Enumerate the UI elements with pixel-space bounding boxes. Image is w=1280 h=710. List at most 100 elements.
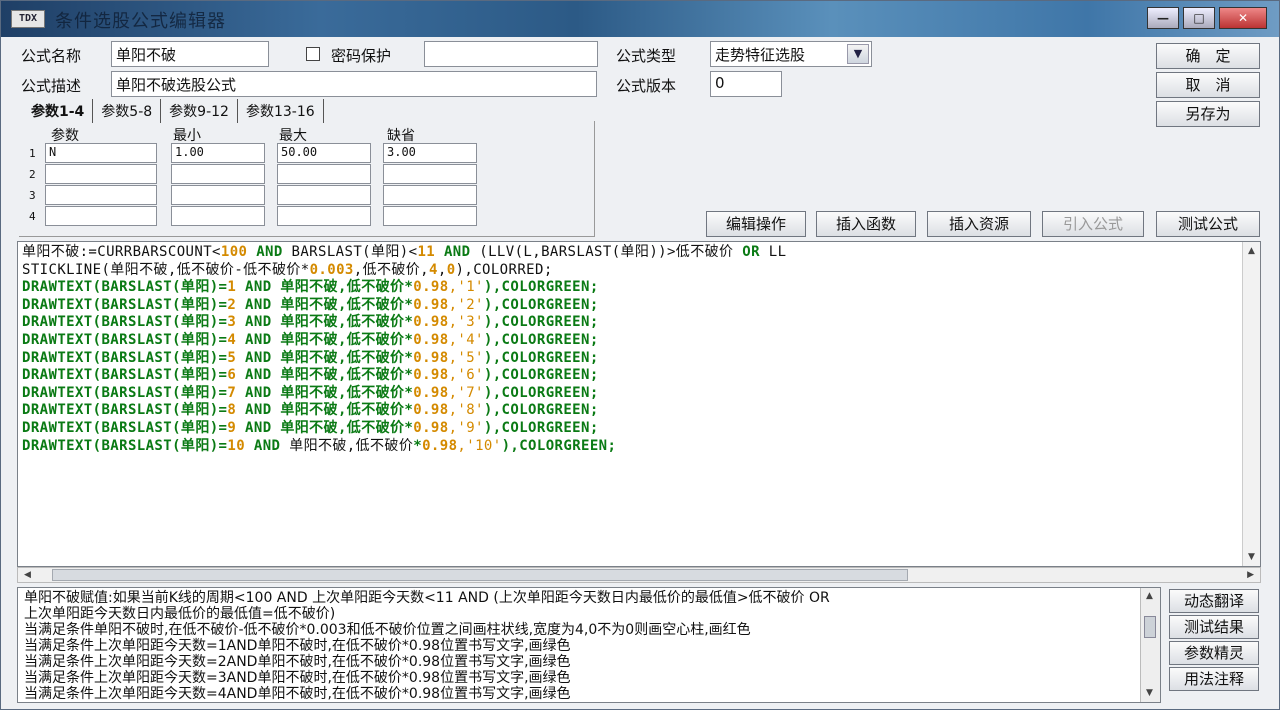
title-bar[interactable]: TDX 条件选股公式编辑器 — □ ✕: [1, 1, 1279, 37]
code-token: DRAWTEXT(BARSLAST(单阳)=: [22, 314, 228, 331]
tab-params-9-12[interactable]: 参数9-12: [161, 99, 238, 123]
code-line[interactable]: DRAWTEXT(BARSLAST(单阳)=1 AND 单阳不破,低不破价*0.…: [22, 279, 786, 297]
param-default-cell[interactable]: [383, 206, 477, 226]
test-formula-button[interactable]: 测试公式: [1156, 211, 1260, 237]
code-token: 8: [227, 402, 237, 419]
password-label: 密码保护: [331, 47, 392, 65]
param-header-min: 最小: [173, 128, 201, 144]
param-name-cell[interactable]: N: [45, 143, 157, 163]
param-default-cell[interactable]: [383, 164, 477, 184]
code-token: ,'8': [448, 402, 484, 419]
code-token: AND 单阳不破,低不破价*: [236, 402, 414, 419]
code-token: AND 单阳不破,低不破价*: [236, 419, 414, 436]
param-name-cell[interactable]: [45, 164, 157, 184]
insert-resource-button[interactable]: 插入资源: [927, 211, 1031, 237]
code-token: AND 单阳不破,低不破价*: [236, 331, 414, 348]
tab-params-13-16[interactable]: 参数13-16: [238, 99, 324, 123]
formula-desc-input[interactable]: 单阳不破选股公式: [111, 71, 597, 97]
editor-horizontal-scrollbar[interactable]: ◀ ▶: [17, 567, 1261, 583]
usage-notes-button[interactable]: 用法注释: [1169, 667, 1259, 691]
horizontal-scroll-thumb[interactable]: [52, 569, 908, 581]
close-icon[interactable]: ✕: [1219, 7, 1267, 29]
formula-type-select[interactable]: 走势特征选股 ▼: [710, 41, 872, 67]
chevron-down-icon[interactable]: ▼: [847, 44, 869, 64]
code-token: ),COLORGREEN;: [483, 331, 599, 348]
cancel-button[interactable]: 取 消: [1156, 72, 1260, 98]
save-as-button[interactable]: 另存为: [1156, 101, 1260, 127]
translation-line: 当满足条件上次单阳距今天数=4AND单阳不破时,在低不破价*0.98位置书写文字…: [24, 686, 571, 702]
code-token: DRAWTEXT(BARSLAST(单阳)=: [22, 419, 228, 436]
code-token: ),COLORGREEN;: [483, 367, 599, 384]
code-editor[interactable]: 单阳不破:=CURRBARSCOUNT<100 AND BARSLAST(单阳)…: [17, 241, 1261, 567]
edit-operation-button[interactable]: 编辑操作: [706, 211, 806, 237]
scroll-down-icon[interactable]: ▼: [1146, 688, 1153, 698]
tab-params-5-8[interactable]: 参数5-8: [93, 99, 162, 123]
code-content[interactable]: 单阳不破:=CURRBARSCOUNT<100 AND BARSLAST(单阳)…: [22, 244, 786, 455]
code-token: ,: [437, 261, 447, 278]
code-token: BARSLAST(单阳)<: [291, 244, 418, 260]
code-token: ,'6': [448, 367, 484, 384]
code-line[interactable]: STICKLINE(单阳不破,低不破价-低不破价*0.003,低不破价,4,0)…: [22, 262, 786, 280]
import-formula-button[interactable]: 引入公式: [1042, 211, 1144, 237]
param-max-cell[interactable]: [277, 164, 371, 184]
param-name-cell[interactable]: [45, 206, 157, 226]
code-token: AND 单阳不破,低不破价*: [236, 384, 414, 401]
code-line[interactable]: DRAWTEXT(BARSLAST(单阳)=2 AND 单阳不破,低不破价*0.…: [22, 297, 786, 315]
code-token: 6: [227, 367, 237, 384]
translation-line: 单阳不破赋值:如果当前K线的周期<100 AND 上次单阳距今天数<11 AND…: [24, 590, 830, 606]
password-input[interactable]: [424, 41, 598, 67]
code-token: AND 单阳不破,低不破价*: [236, 349, 414, 366]
code-token: 0.98: [413, 314, 449, 331]
code-line[interactable]: DRAWTEXT(BARSLAST(单阳)=9 AND 单阳不破,低不破价*0.…: [22, 420, 786, 438]
param-min-cell[interactable]: [171, 185, 265, 205]
scroll-right-icon[interactable]: ▶: [1247, 570, 1254, 580]
dynamic-translate-button[interactable]: 动态翻译: [1169, 589, 1259, 613]
param-max-cell[interactable]: [277, 206, 371, 226]
window-title: 条件选股公式编辑器: [55, 11, 226, 32]
code-line[interactable]: DRAWTEXT(BARSLAST(单阳)=3 AND 单阳不破,低不破价*0.…: [22, 314, 786, 332]
formula-name-input[interactable]: 单阳不破: [111, 41, 269, 67]
tab-params-1-4[interactable]: 参数1-4: [23, 99, 94, 123]
code-token: ),COLORGREEN;: [483, 314, 599, 331]
param-wizard-button[interactable]: 参数精灵: [1169, 641, 1259, 665]
param-default-cell[interactable]: [383, 185, 477, 205]
scroll-up-icon[interactable]: ▲: [1146, 591, 1153, 601]
code-token: DRAWTEXT(BARSLAST(单阳)=: [22, 367, 228, 384]
translation-scrollbar[interactable]: ▲ ▼: [1140, 588, 1160, 702]
code-line[interactable]: 单阳不破:=CURRBARSCOUNT<100 AND BARSLAST(单阳)…: [22, 244, 786, 262]
translation-pane: 单阳不破赋值:如果当前K线的周期<100 AND 上次单阳距今天数<11 AND…: [17, 587, 1161, 703]
editor-vertical-scrollbar[interactable]: ▲ ▼: [1242, 242, 1260, 566]
ok-button[interactable]: 确 定: [1156, 43, 1260, 69]
translation-scroll-thumb[interactable]: [1144, 616, 1156, 638]
code-line[interactable]: DRAWTEXT(BARSLAST(单阳)=8 AND 单阳不破,低不破价*0.…: [22, 402, 786, 420]
param-min-cell[interactable]: [171, 164, 265, 184]
param-default-cell[interactable]: 3.00: [383, 143, 477, 163]
code-token: 0.98: [413, 349, 449, 366]
insert-function-button[interactable]: 插入函数: [816, 211, 916, 237]
code-line[interactable]: DRAWTEXT(BARSLAST(单阳)=6 AND 单阳不破,低不破价*0.…: [22, 367, 786, 385]
code-token: 0.98: [413, 331, 449, 348]
scroll-up-icon[interactable]: ▲: [1248, 246, 1255, 256]
minimize-icon[interactable]: —: [1147, 7, 1179, 29]
param-min-cell[interactable]: 1.00: [171, 143, 265, 163]
scroll-down-icon[interactable]: ▼: [1248, 552, 1255, 562]
code-token: ,'4': [448, 331, 484, 348]
code-token: AND: [247, 244, 292, 260]
maximize-icon[interactable]: □: [1183, 7, 1215, 29]
scroll-left-icon[interactable]: ◀: [24, 570, 31, 580]
code-token: AND 单阳不破,低不破价*: [236, 314, 414, 331]
translation-line: 当满足条件上次单阳距今天数=2AND单阳不破时,在低不破价*0.98位置书写文字…: [24, 654, 571, 670]
param-max-cell[interactable]: [277, 185, 371, 205]
formula-version-input[interactable]: 0: [710, 71, 782, 97]
param-name-cell[interactable]: [45, 185, 157, 205]
param-min-cell[interactable]: [171, 206, 265, 226]
param-max-cell[interactable]: 50.00: [277, 143, 371, 163]
code-line[interactable]: DRAWTEXT(BARSLAST(单阳)=10 AND 单阳不破,低不破价*0…: [22, 438, 786, 456]
code-line[interactable]: DRAWTEXT(BARSLAST(单阳)=4 AND 单阳不破,低不破价*0.…: [22, 332, 786, 350]
password-checkbox[interactable]: [306, 47, 320, 61]
code-line[interactable]: DRAWTEXT(BARSLAST(单阳)=5 AND 单阳不破,低不破价*0.…: [22, 350, 786, 368]
test-result-button[interactable]: 测试结果: [1169, 615, 1259, 639]
code-token: ),COLORGREEN;: [483, 402, 599, 419]
code-line[interactable]: DRAWTEXT(BARSLAST(单阳)=7 AND 单阳不破,低不破价*0.…: [22, 385, 786, 403]
translation-line: 当满足条件上次单阳距今天数=1AND单阳不破时,在低不破价*0.98位置书写文字…: [24, 638, 571, 654]
